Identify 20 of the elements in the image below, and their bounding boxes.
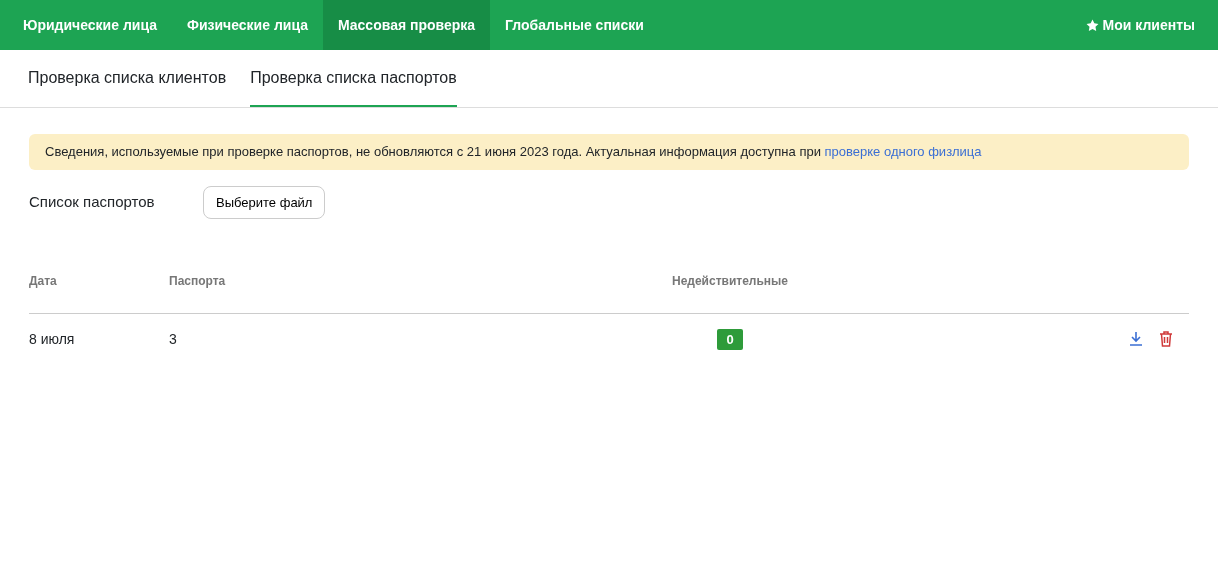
nav-link-item[interactable]: Юридические лица xyxy=(8,0,172,50)
table-cell: 3 xyxy=(169,330,177,347)
tab[interactable]: Проверка списка клиентов xyxy=(28,50,227,107)
table-cell: 8 июля xyxy=(29,330,75,347)
column-header: Недействительные xyxy=(671,274,788,288)
notice-link[interactable]: проверке одного физлица xyxy=(824,144,982,159)
my-clients-link[interactable]: Мои клиенты xyxy=(1070,0,1210,50)
count-badge: 0 xyxy=(717,328,743,350)
choose-file-button[interactable]: Выберите файл xyxy=(203,185,326,219)
column-header: Паспорта xyxy=(169,274,226,288)
download-icon[interactable] xyxy=(1129,331,1143,346)
tab[interactable]: Проверка списка паспортов xyxy=(250,50,457,107)
trash-icon[interactable] xyxy=(1159,331,1173,347)
notice-banner: Сведения, используемые при проверке паспортов, не обновляются с 21 июня 2023 года. Актуальная информация доступна при проверке одного физлица xyxy=(29,134,1189,170)
field-label: Список паспортов xyxy=(29,192,156,212)
star-icon xyxy=(1085,18,1099,32)
nav-link-item[interactable]: Физические лица xyxy=(171,0,323,50)
nav-link-item[interactable]: Массовая проверка xyxy=(322,0,491,50)
nav-link-item[interactable]: Глобальные списки xyxy=(490,0,659,50)
column-header: Дата xyxy=(29,274,57,288)
